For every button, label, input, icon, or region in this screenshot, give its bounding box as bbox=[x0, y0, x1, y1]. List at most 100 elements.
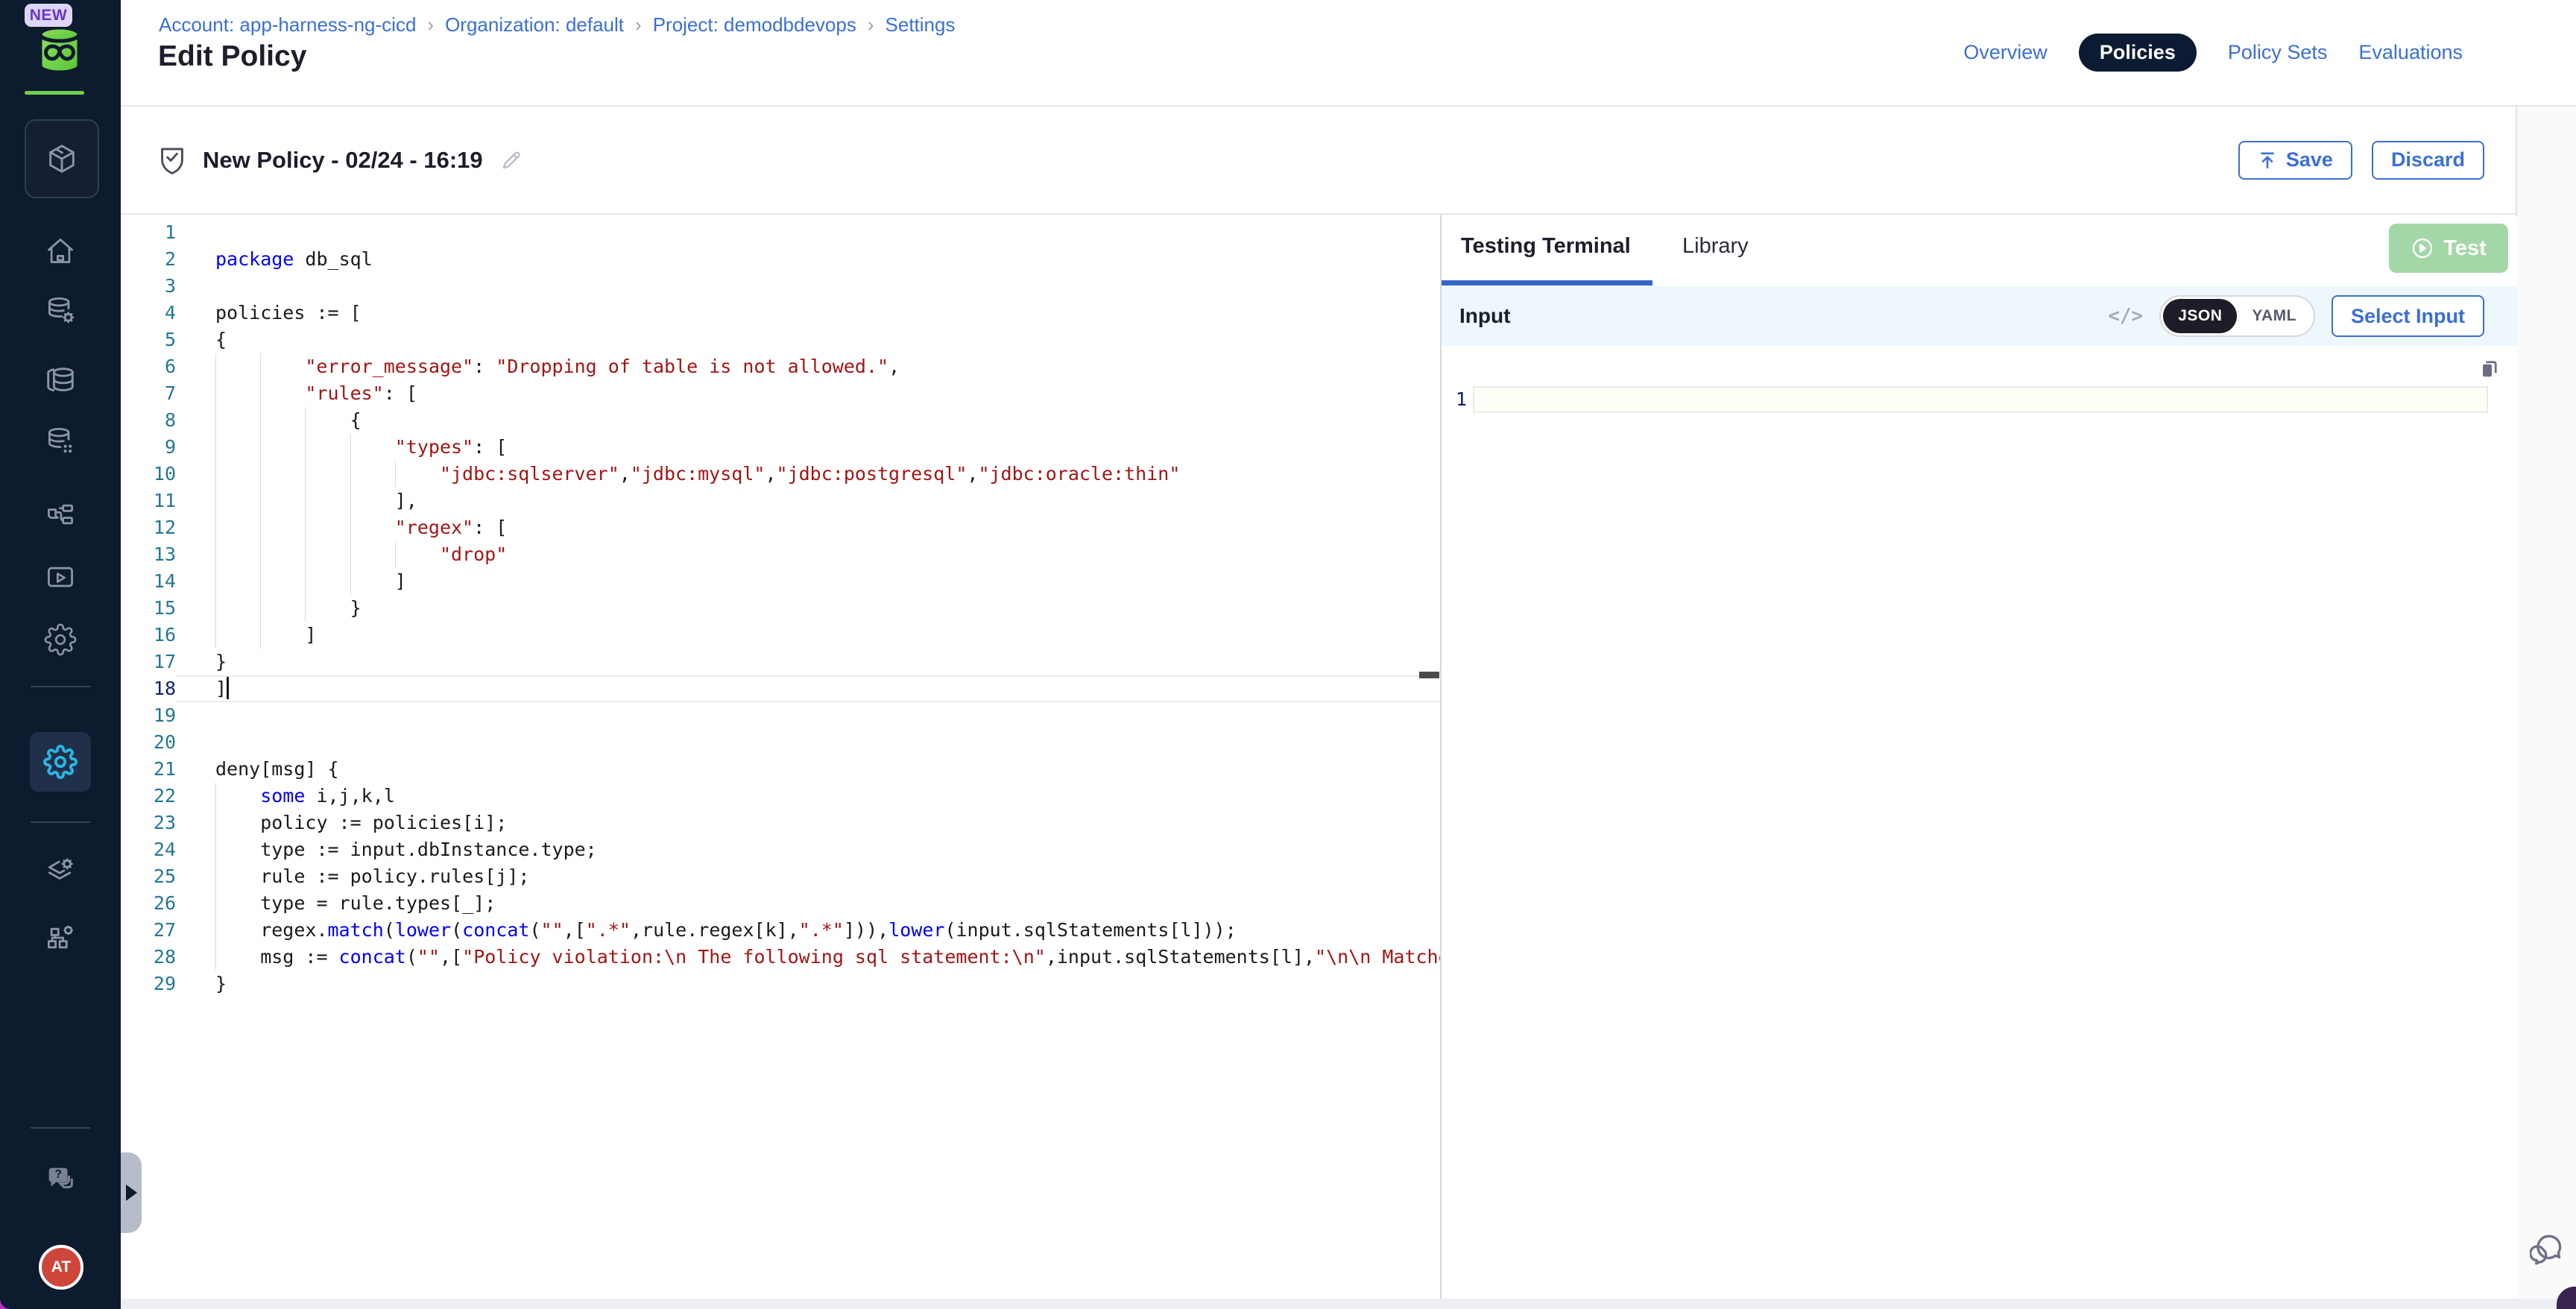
sidebar-item-db-settings[interactable] bbox=[0, 294, 121, 327]
format-json[interactable]: JSON bbox=[2163, 299, 2237, 333]
code-line[interactable]: 1 bbox=[121, 219, 1440, 246]
testing-tabs: Testing Terminal Library Test bbox=[1442, 216, 2517, 286]
code-line[interactable]: 10"jdbc:sqlserver","jdbc:mysql","jdbc:po… bbox=[121, 461, 1440, 488]
breadcrumb-item[interactable]: Settings bbox=[886, 13, 956, 37]
sidebar-item-settings-active[interactable] bbox=[30, 732, 91, 792]
runs-play-icon bbox=[44, 561, 77, 594]
corner-shape bbox=[2557, 1287, 2576, 1309]
breadcrumb-item[interactable]: Account: app-harness-ng-cicd bbox=[159, 13, 416, 37]
code-line[interactable]: 28msg := concat("",["Policy violation:\n… bbox=[121, 944, 1440, 971]
chat-bubbles-icon[interactable] bbox=[2530, 1230, 2567, 1269]
code-line[interactable]: 13"drop" bbox=[121, 541, 1440, 568]
code-line[interactable]: 2package db_sql bbox=[121, 246, 1440, 273]
sidebar-item-home[interactable] bbox=[0, 235, 121, 268]
line-number: 25 bbox=[121, 863, 176, 890]
code-line[interactable]: 9"types": [ bbox=[121, 434, 1440, 461]
breadcrumb-item[interactable]: Organization: default bbox=[445, 13, 624, 37]
policy-code-editor[interactable]: 12package db_sql34policies := [5{6"error… bbox=[121, 216, 1440, 1299]
sidebar-item-help[interactable]: ? bbox=[0, 1163, 121, 1197]
current-line-highlight bbox=[176, 675, 1440, 702]
indent-guide bbox=[215, 488, 260, 514]
code-line[interactable]: 20 bbox=[121, 729, 1440, 756]
save-button[interactable]: Save bbox=[2238, 141, 2352, 180]
code-line[interactable]: 29} bbox=[121, 971, 1440, 997]
sidebar-divider bbox=[31, 686, 90, 687]
code-line[interactable]: 18] bbox=[121, 675, 1440, 702]
indent-guide bbox=[215, 461, 260, 488]
indent-guide bbox=[260, 568, 305, 595]
database-dots-icon bbox=[44, 425, 77, 458]
code-line[interactable]: 8{ bbox=[121, 407, 1440, 434]
indent-guide bbox=[215, 917, 260, 944]
tab-overview[interactable]: Overview bbox=[1963, 41, 2048, 64]
sidebar-item-gear[interactable] bbox=[0, 623, 121, 656]
input-line-number: 1 bbox=[1442, 386, 1467, 413]
tab-evaluations[interactable]: Evaluations bbox=[2358, 41, 2463, 64]
code-line[interactable]: 24type := input.dbInstance.type; bbox=[121, 836, 1440, 863]
indent-guide bbox=[215, 836, 260, 863]
home-icon bbox=[44, 235, 77, 268]
code-format-icon[interactable]: </> bbox=[2108, 305, 2143, 327]
line-number: 6 bbox=[121, 353, 176, 380]
code-line[interactable]: 19 bbox=[121, 702, 1440, 729]
line-number: 22 bbox=[121, 783, 176, 810]
policy-bar: New Policy - 02/24 - 16:19 Save Discard bbox=[121, 107, 2516, 215]
sidebar-item-layers[interactable] bbox=[0, 854, 121, 887]
edit-pencil-icon[interactable] bbox=[499, 148, 523, 172]
code-line[interactable]: 4policies := [ bbox=[121, 300, 1440, 327]
sidebar-item-hierarchy[interactable] bbox=[0, 921, 121, 954]
sidebar-item-runs[interactable] bbox=[0, 561, 121, 594]
code-line[interactable]: 23policy := policies[i]; bbox=[121, 810, 1440, 836]
indent-guide bbox=[305, 595, 350, 622]
code-line[interactable]: 27regex.match(lower(concat("",[".*",rule… bbox=[121, 917, 1440, 944]
code-line[interactable]: 22some i,j,k,l bbox=[121, 783, 1440, 810]
code-line[interactable]: 21deny[msg] { bbox=[121, 756, 1440, 783]
code-line[interactable]: 16] bbox=[121, 622, 1440, 649]
flow-branch-icon bbox=[44, 498, 77, 531]
code-line[interactable]: 7"rules": [ bbox=[121, 380, 1440, 407]
code-line[interactable]: 12"regex": [ bbox=[121, 514, 1440, 541]
input-current-line[interactable] bbox=[1473, 386, 2488, 413]
test-button[interactable]: Test bbox=[2389, 224, 2508, 273]
sidebar-item-db-instances[interactable] bbox=[0, 425, 121, 458]
code-line[interactable]: 6"error_message": "Dropping of table is … bbox=[121, 353, 1440, 380]
code-line[interactable]: 25rule := policy.rules[j]; bbox=[121, 863, 1440, 890]
code-line[interactable]: 26type = rule.types[_]; bbox=[121, 890, 1440, 917]
breadcrumb: Account: app-harness-ng-cicd›Organizatio… bbox=[159, 13, 955, 37]
db-devops-logo[interactable] bbox=[36, 25, 83, 75]
format-yaml[interactable]: YAML bbox=[2237, 299, 2311, 333]
code-line[interactable]: 5{ bbox=[121, 327, 1440, 353]
sidebar-item-db-stack[interactable] bbox=[0, 362, 121, 397]
tab-library[interactable]: Library bbox=[1682, 234, 1749, 259]
indent-guide bbox=[215, 944, 260, 971]
breadcrumb-item[interactable]: Project: demodbdevops bbox=[653, 13, 856, 37]
sidebar-item-packages[interactable] bbox=[25, 119, 99, 198]
select-input-button[interactable]: Select Input bbox=[2332, 295, 2484, 337]
chevron-right-icon bbox=[126, 1185, 137, 1201]
edit-policy-page: NEW bbox=[0, 0, 2576, 1309]
code-line[interactable]: 11], bbox=[121, 488, 1440, 514]
package-cube-icon bbox=[45, 142, 79, 176]
code-line[interactable]: 17} bbox=[121, 649, 1440, 675]
code-line[interactable]: 15} bbox=[121, 595, 1440, 622]
copy-icon[interactable] bbox=[2476, 355, 2503, 382]
code-line[interactable]: 14] bbox=[121, 568, 1440, 595]
overview-ruler-mark bbox=[1419, 672, 1439, 678]
tab-policy-sets[interactable]: Policy Sets bbox=[2228, 41, 2328, 64]
line-number: 9 bbox=[121, 434, 176, 461]
input-editor[interactable]: 1 bbox=[1442, 346, 2517, 1299]
sidebar-expand-handle[interactable] bbox=[121, 1152, 142, 1233]
sidebar-item-flow[interactable] bbox=[0, 498, 121, 531]
code-lines: 12package db_sql34policies := [5{6"error… bbox=[121, 219, 1440, 997]
line-number: 1 bbox=[121, 219, 176, 246]
indent-guide bbox=[305, 434, 350, 461]
tab-policies[interactable]: Policies bbox=[2079, 34, 2197, 72]
tab-testing-terminal[interactable]: Testing Terminal bbox=[1461, 234, 1631, 259]
line-number: 7 bbox=[121, 380, 176, 407]
line-number: 2 bbox=[121, 246, 176, 273]
active-tab-underline bbox=[1442, 280, 1652, 286]
code-line[interactable]: 3 bbox=[121, 273, 1440, 300]
user-avatar[interactable]: AT bbox=[39, 1245, 83, 1290]
discard-button[interactable]: Discard bbox=[2372, 141, 2484, 180]
sidebar: NEW bbox=[0, 0, 121, 1309]
